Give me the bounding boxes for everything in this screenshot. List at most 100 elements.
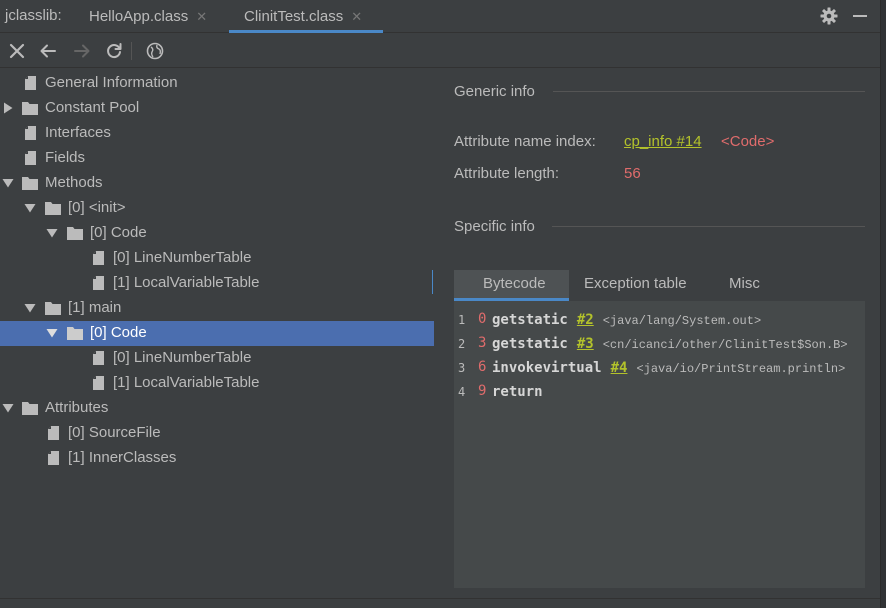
ref-comment: <java/io/PrintStream.println> (636, 362, 846, 376)
tab-clinittest-class[interactable]: ClinitTest.class ✕ (229, 0, 383, 33)
folder-icon (45, 202, 61, 215)
tree-item-label: Attributes (45, 399, 109, 416)
tree-item-source-file[interactable]: [0] SourceFile (0, 421, 434, 446)
line-number: 2 (458, 337, 466, 351)
tree-item-main-line-number-table[interactable]: [0] LineNumberTable (0, 346, 434, 371)
tab-label: Exception table (584, 275, 687, 292)
bytecode-view[interactable]: 1 0 getstatic #2 <java/lang/System.out> 2 … (454, 301, 865, 588)
folder-icon (67, 327, 83, 340)
chevron-down-icon[interactable] (2, 402, 14, 414)
refresh-icon[interactable] (105, 42, 123, 60)
constant-pool-ref-link[interactable]: #3 (577, 336, 594, 352)
tree-item-label: [0] LineNumberTable (113, 249, 252, 266)
file-icon (25, 76, 36, 90)
line-number: 4 (458, 385, 466, 399)
folder-icon (22, 402, 38, 415)
chevron-down-icon[interactable] (46, 327, 58, 339)
back-arrow-icon[interactable] (39, 42, 57, 60)
tab-label: Bytecode (483, 275, 546, 292)
forward-arrow-icon[interactable] (73, 42, 91, 60)
constant-pool-ref-link[interactable]: #4 (611, 360, 628, 376)
tree-item-interfaces[interactable]: Interfaces (0, 121, 434, 146)
tab-exception-table[interactable]: Exception table (584, 270, 687, 301)
instruction: getstatic #3 <cn/icanci/other/ClinitTest$S… (492, 335, 848, 352)
attribute-length-label: Attribute length: (454, 165, 560, 182)
specific-info-title: Specific info (454, 218, 535, 235)
tree-item-init-line-number-table[interactable]: [0] LineNumberTable (0, 246, 434, 271)
tab-label: ClinitTest.class (244, 8, 344, 25)
tab-misc[interactable]: Misc (729, 270, 760, 301)
opcode: invokevirtual (492, 360, 602, 376)
tree-item-label: Constant Pool (45, 99, 140, 116)
folder-icon (67, 227, 83, 240)
tree-item-method-init[interactable]: [0] <init> (0, 196, 434, 221)
tree-item-label: [1] main (68, 299, 122, 316)
tab-label: Misc (729, 275, 760, 292)
file-icon (93, 251, 104, 265)
tab-close-icon[interactable]: ✕ (351, 9, 362, 25)
tree-item-label: [0] Code (90, 224, 147, 241)
opcode: return (492, 384, 543, 400)
tree-item-init-local-variable-table[interactable]: [1] LocalVariableTable (0, 271, 434, 296)
opcode: getstatic (492, 312, 568, 328)
minimize-icon[interactable] (853, 15, 867, 17)
tab-label: HelloApp.class (89, 8, 189, 25)
tree-item-main-local-variable-table[interactable]: [1] LocalVariableTable (0, 371, 434, 396)
gear-icon[interactable] (820, 7, 838, 25)
globe-icon[interactable] (146, 42, 164, 60)
chevron-down-icon[interactable] (24, 202, 36, 214)
tree-item-constant-pool[interactable]: Constant Pool (0, 96, 434, 121)
attribute-name-value: <Code> (721, 133, 775, 150)
ref-comment: <cn/icanci/other/ClinitTest$Son.B> (602, 338, 848, 352)
tree-item-general-information[interactable]: General Information (0, 71, 434, 96)
tree-item-inner-classes[interactable]: [1] InnerClasses (0, 446, 434, 471)
tree-item-label: Interfaces (45, 124, 111, 141)
instruction: return (492, 383, 543, 400)
class-structure-tree: General Information Constant Pool Interf… (0, 71, 434, 598)
tree-item-methods[interactable]: Methods (0, 171, 434, 196)
chevron-right-icon[interactable] (2, 102, 14, 114)
opcode: getstatic (492, 336, 568, 352)
tool-window-title: jclasslib: (5, 7, 62, 24)
file-icon (93, 351, 104, 365)
splitter-handle[interactable] (432, 270, 433, 294)
attribute-name-index-label: Attribute name index: (454, 133, 596, 150)
constant-pool-ref-link[interactable]: #2 (577, 312, 594, 328)
tree-item-main-code[interactable]: [0] Code (0, 321, 434, 346)
tree-item-label: [1] LocalVariableTable (113, 374, 260, 391)
tree-item-label: [0] LineNumberTable (113, 349, 252, 366)
close-icon[interactable] (8, 42, 26, 60)
chevron-down-icon[interactable] (24, 302, 36, 314)
section-divider (553, 91, 865, 92)
active-tab-indicator (229, 30, 383, 33)
tree-item-fields[interactable]: Fields (0, 146, 434, 171)
chevron-down-icon[interactable] (46, 227, 58, 239)
tab-bytecode[interactable]: Bytecode (454, 270, 569, 301)
file-icon (25, 126, 36, 140)
editor-tab-bar: jclasslib: HelloApp.class ✕ ClinitTest.c… (0, 0, 880, 33)
tree-item-label: [0] Code (90, 324, 147, 341)
tab-helloapp-class[interactable]: HelloApp.class ✕ (89, 0, 224, 33)
bytecode-offset: 9 (478, 383, 487, 399)
tree-item-label: Methods (45, 174, 103, 191)
bytecode-offset: 6 (478, 359, 487, 375)
cp-info-link[interactable]: cp_info #14 (624, 133, 702, 150)
file-icon (93, 376, 104, 390)
tree-item-method-main[interactable]: [1] main (0, 296, 434, 321)
tree-item-init-code[interactable]: [0] Code (0, 221, 434, 246)
tab-close-icon[interactable]: ✕ (196, 9, 207, 25)
attribute-length-value: 56 (624, 165, 641, 182)
tree-item-attributes[interactable]: Attributes (0, 396, 434, 421)
chevron-down-icon[interactable] (2, 177, 14, 189)
attribute-name-index-row: Attribute name index: (454, 133, 596, 150)
tree-item-label: [1] LocalVariableTable (113, 274, 260, 291)
folder-icon (22, 102, 38, 115)
folder-icon (22, 177, 38, 190)
bottom-border (0, 598, 880, 608)
generic-info-title: Generic info (454, 83, 535, 100)
tree-item-label: [1] InnerClasses (68, 449, 177, 466)
line-number: 3 (458, 361, 466, 375)
tree-item-label: [0] SourceFile (68, 424, 161, 441)
specific-info-tabs: Bytecode Exception table Misc (454, 270, 865, 301)
toolbar-separator (131, 42, 132, 60)
